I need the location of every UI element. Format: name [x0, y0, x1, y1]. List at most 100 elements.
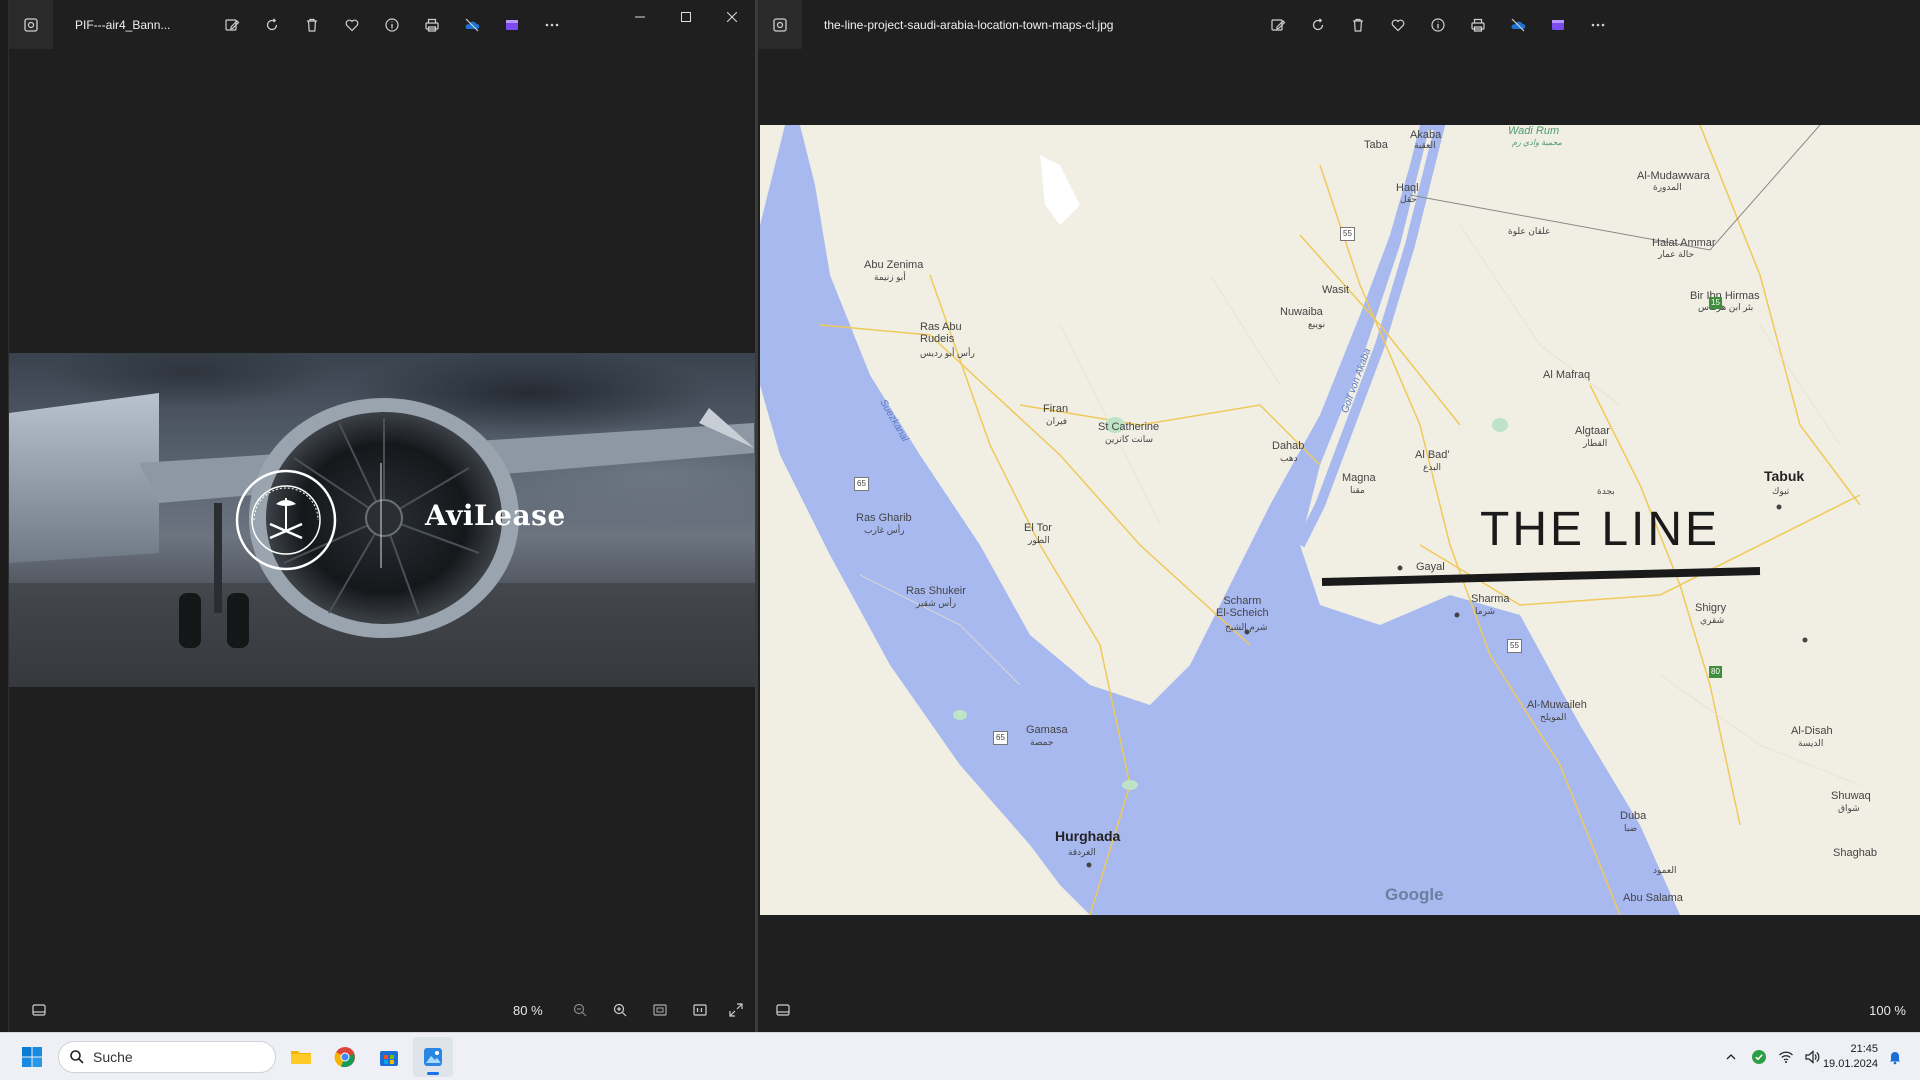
fullscreen-button[interactable]: [716, 995, 755, 1025]
photos-taskbar-button[interactable]: [413, 1037, 453, 1077]
map-label: Ras Shukeir: [906, 585, 966, 597]
road-shield: 55: [1340, 227, 1355, 241]
map-label: Ras Gharib: [856, 512, 912, 524]
security-tray-button[interactable]: [1745, 1037, 1773, 1077]
map-label: جمصة: [1030, 737, 1054, 747]
notifications-button[interactable]: [1880, 1037, 1910, 1077]
map-label: Magna: [1342, 472, 1376, 484]
map-label: العقبة: [1414, 140, 1436, 150]
taskbar-clock[interactable]: 21:45 19.01.2024: [1823, 1042, 1878, 1072]
pif-seal-logo: [235, 469, 337, 571]
zoom-out-icon: [573, 1003, 587, 1017]
clipchamp-button[interactable]: [1538, 12, 1578, 38]
map-label: رأس غارب: [864, 525, 905, 535]
map-label: Dahab: [1272, 440, 1305, 452]
zoom-level: 80 %: [513, 1002, 543, 1018]
road-shield: 65: [854, 477, 869, 491]
minimize-button[interactable]: [617, 0, 663, 34]
rotate-button[interactable]: [252, 12, 292, 38]
status-bar: 80 %: [9, 988, 755, 1032]
active-indicator: [427, 1072, 439, 1075]
map-label: Al Mafraq: [1543, 369, 1591, 381]
speaker-icon: [1805, 1050, 1820, 1064]
onedrive-button[interactable]: [452, 12, 492, 38]
clock-date: 19.01.2024: [1822, 1058, 1878, 1070]
map-label: Abu Zenima: [864, 259, 924, 271]
photos-window-right: the-line-project-saudi-arabia-location-t…: [757, 0, 1920, 1032]
window-filename: PIF---air4_Bann...: [75, 17, 171, 32]
map-label: Wasit: [1322, 284, 1350, 296]
map-label: حقل: [1400, 194, 1417, 204]
edit-button[interactable]: [212, 12, 252, 38]
map-label: محمية وادي رم: [1512, 138, 1562, 147]
print-icon: [425, 18, 439, 32]
map-label: العمود: [1653, 865, 1677, 875]
road-shield: 15: [1709, 297, 1722, 309]
favorite-icon: [1391, 19, 1405, 32]
filmstrip-button[interactable]: [763, 995, 803, 1025]
onedrive-icon: [1511, 18, 1526, 32]
show-hidden-icons-button[interactable]: [1717, 1037, 1745, 1077]
chrome-button[interactable]: [325, 1037, 365, 1077]
edit-button[interactable]: [1258, 12, 1298, 38]
map-label: نويبع: [1308, 319, 1326, 329]
delete-button[interactable]: [292, 12, 332, 38]
microsoft-store-button[interactable]: [369, 1037, 409, 1077]
taskbar-search[interactable]: Suche: [58, 1041, 276, 1073]
network-button[interactable]: [1773, 1037, 1799, 1077]
close-button[interactable]: [709, 0, 755, 34]
map-label: شقري: [1700, 615, 1725, 625]
fit-to-window-button[interactable]: [640, 995, 680, 1025]
map-label: القطار: [1583, 438, 1608, 448]
zoom-in-icon: [613, 1003, 627, 1017]
print-button[interactable]: [412, 12, 452, 38]
delete-button[interactable]: [1338, 12, 1378, 38]
edit-icon: [1271, 19, 1286, 31]
photos-app-icon[interactable]: [758, 0, 802, 49]
map-label: Algtaar: [1575, 425, 1610, 437]
fullscreen-icon: [729, 1003, 743, 1017]
actual-size-button[interactable]: [680, 995, 720, 1025]
print-button[interactable]: [1458, 12, 1498, 38]
search-icon: [70, 1050, 84, 1064]
search-placeholder: Suche: [93, 1049, 133, 1065]
clipchamp-button[interactable]: [492, 12, 532, 38]
maximize-button[interactable]: [663, 0, 709, 34]
info-button[interactable]: [1418, 12, 1458, 38]
rotate-icon: [1312, 18, 1324, 31]
aircraft-illustration: [9, 393, 755, 687]
photos-app-icon[interactable]: [9, 0, 53, 49]
maximize-icon: [681, 12, 691, 22]
file-explorer-button[interactable]: [281, 1037, 321, 1077]
onedrive-button[interactable]: [1498, 12, 1538, 38]
rotate-button[interactable]: [1298, 12, 1338, 38]
more-button[interactable]: [1578, 12, 1618, 38]
map-label: Tabuk: [1764, 468, 1805, 484]
folder-icon: [291, 1051, 311, 1064]
more-button[interactable]: [532, 12, 572, 38]
info-button[interactable]: [372, 12, 412, 38]
start-button[interactable]: [12, 1037, 52, 1077]
volume-button[interactable]: [1799, 1037, 1825, 1077]
favorite-button[interactable]: [332, 12, 372, 38]
print-icon: [1471, 18, 1485, 32]
close-icon: [727, 12, 737, 22]
map-label: Ras Abu Rudeis: [920, 321, 962, 345]
map-label: المويلح: [1540, 712, 1567, 722]
onedrive-icon: [465, 18, 480, 32]
favorite-button[interactable]: [1378, 12, 1418, 38]
google-attribution: Google: [1385, 885, 1444, 904]
zoom-in-button[interactable]: [600, 995, 640, 1025]
map-label: شرما: [1475, 606, 1496, 616]
the-line-title: THE LINE: [1480, 503, 1721, 556]
shield-check-icon: [1752, 1050, 1766, 1064]
map-label: شرم الشيخ: [1225, 622, 1268, 632]
map-label: المدورة: [1653, 182, 1682, 192]
clipchamp-icon: [506, 20, 518, 30]
system-tray: [1717, 1033, 1825, 1080]
map-label: أبو زنيمة: [874, 272, 906, 282]
filmstrip-button[interactable]: [19, 995, 59, 1025]
info-icon: [385, 18, 399, 32]
minimize-icon: [635, 16, 645, 18]
zoom-out-button[interactable]: [560, 995, 600, 1025]
